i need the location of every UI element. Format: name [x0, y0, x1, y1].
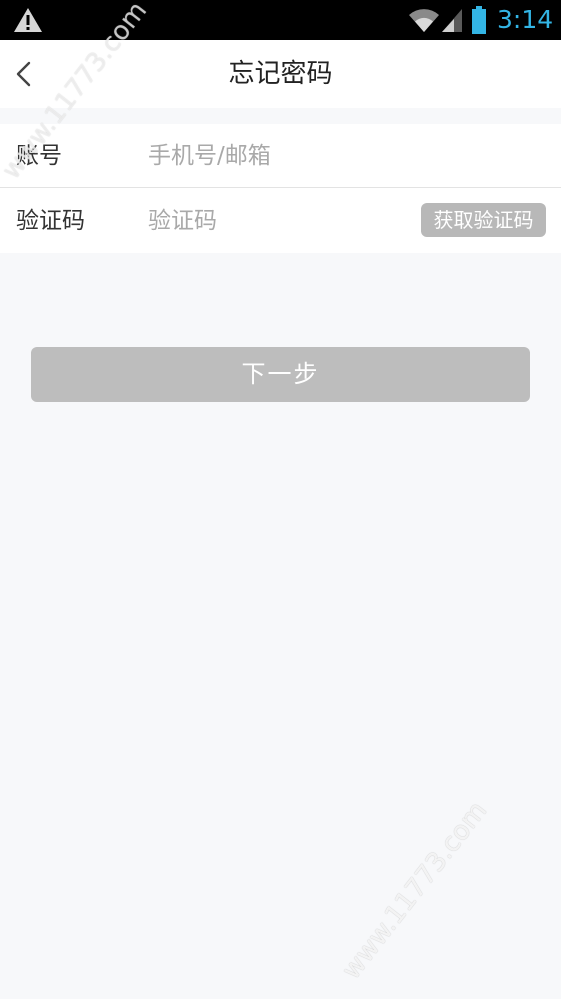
battery-icon — [472, 6, 486, 34]
signal-icon — [442, 9, 462, 32]
get-code-button[interactable]: 获取验证码 — [421, 203, 546, 237]
warning-icon — [14, 8, 42, 32]
wifi-icon — [409, 9, 439, 32]
account-row: 账号 — [0, 124, 561, 188]
verification-code-input[interactable] — [148, 201, 408, 241]
reset-password-form: 账号 验证码 获取验证码 — [0, 124, 561, 253]
chevron-left-icon — [16, 61, 31, 87]
verification-code-row: 验证码 获取验证码 — [0, 189, 561, 253]
watermark-bottom: www.11773.com — [336, 796, 494, 985]
next-step-button[interactable]: 下一步 — [31, 347, 530, 402]
verification-code-label: 验证码 — [16, 208, 85, 234]
status-bar: 3:14 — [0, 0, 561, 40]
account-input[interactable] — [148, 136, 408, 176]
back-button[interactable] — [4, 52, 44, 96]
status-clock: 3:14 — [497, 5, 554, 34]
row-divider — [0, 187, 561, 188]
